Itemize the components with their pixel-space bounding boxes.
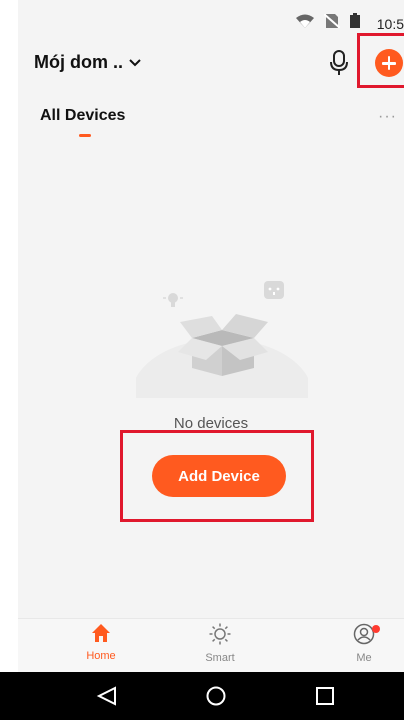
back-icon[interactable] bbox=[95, 686, 119, 706]
nav-label-me: Me bbox=[356, 652, 372, 664]
battery-icon bbox=[350, 13, 360, 28]
home-circle-icon[interactable] bbox=[204, 686, 228, 706]
nav-label-smart: Smart bbox=[205, 652, 235, 664]
tab-active-indicator bbox=[79, 134, 91, 137]
bulb-icon bbox=[163, 293, 183, 307]
app-screen: 10:5 Mój dom .. All Devices ··· No devic… bbox=[18, 0, 404, 673]
highlight-box-add-device bbox=[120, 430, 314, 522]
android-navigation-bar bbox=[0, 672, 404, 720]
empty-box-illustration bbox=[136, 281, 308, 398]
highlight-box-plus bbox=[357, 33, 404, 88]
chevron-down-icon bbox=[129, 58, 141, 66]
status-icons bbox=[296, 13, 360, 28]
microphone-icon[interactable] bbox=[328, 50, 350, 76]
socket-icon bbox=[264, 281, 284, 299]
recents-icon[interactable] bbox=[313, 686, 337, 706]
wifi-icon bbox=[296, 14, 314, 28]
no-sim-icon bbox=[324, 13, 340, 28]
nav-item-home[interactable]: Home bbox=[71, 623, 131, 662]
tab-all-devices[interactable]: All Devices bbox=[40, 107, 125, 125]
home-icon bbox=[92, 624, 110, 642]
home-selector[interactable]: Mój dom .. bbox=[34, 52, 141, 73]
nav-item-me[interactable]: Me bbox=[334, 623, 394, 664]
status-bar: 10:5 bbox=[18, 0, 404, 36]
nav-item-smart[interactable]: Smart bbox=[190, 623, 250, 664]
bottom-navigation: Home Smart Me bbox=[18, 618, 404, 673]
status-time: 10:5 bbox=[376, 16, 404, 32]
more-options-icon[interactable]: ··· bbox=[378, 108, 397, 126]
notification-badge bbox=[372, 625, 380, 633]
sun-icon bbox=[209, 623, 231, 645]
nav-label-home: Home bbox=[86, 650, 116, 662]
home-name: Mój dom .. bbox=[34, 52, 123, 72]
